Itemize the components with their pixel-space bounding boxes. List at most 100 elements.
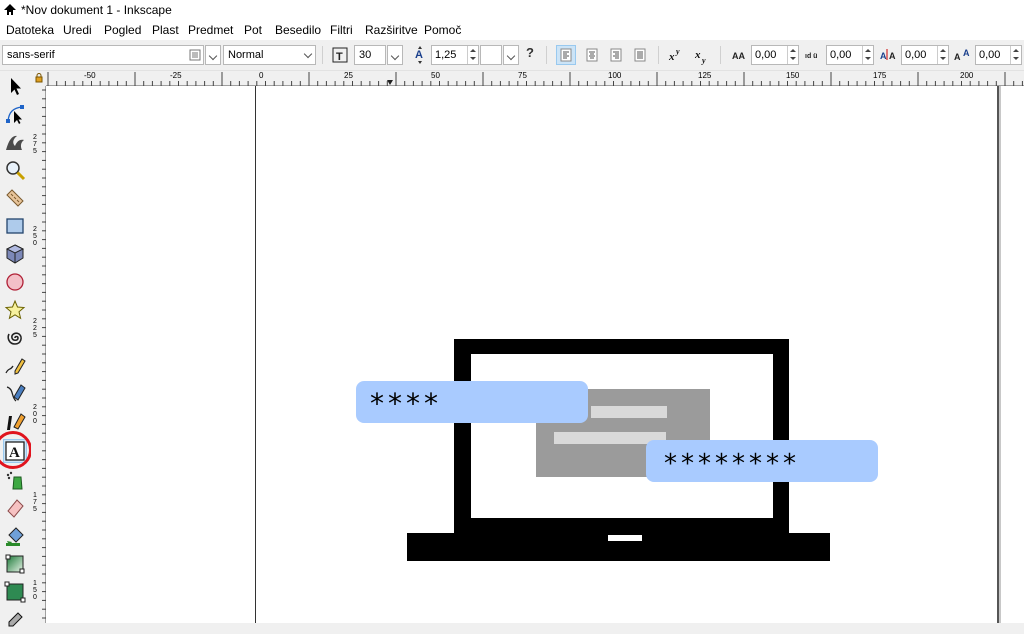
svg-text:AA: AA (732, 51, 745, 61)
zoom-tool-icon[interactable] (4, 159, 26, 181)
ruler-label: 150 (33, 580, 37, 601)
letter-spacing-icon: AA (730, 45, 750, 65)
drawing-canvas[interactable]: **** ******** (46, 86, 1024, 623)
align-left-button[interactable] (556, 45, 576, 65)
svg-text:A: A (880, 51, 887, 61)
word-spacing-value: 0,00 (830, 49, 852, 61)
align-justify-button[interactable] (630, 45, 650, 65)
spin-arrows-icon[interactable] (787, 46, 798, 64)
laptop-illustration[interactable] (46, 86, 1024, 623)
line-spacing-spin[interactable]: 1,25 (431, 45, 479, 65)
ruler-label: 175 (873, 71, 887, 80)
spin-arrows-icon[interactable] (1010, 46, 1021, 64)
tool-palette: A (0, 71, 32, 627)
subscript-icon[interactable]: xy (692, 45, 712, 65)
menu-layer[interactable]: Plast (152, 23, 179, 37)
menu-edit[interactable]: Uredi (63, 23, 92, 37)
font-list-icon[interactable] (189, 49, 201, 61)
svg-text:y: y (675, 47, 680, 56)
ruler-label: 0 (259, 71, 264, 80)
ruler-position-marker (387, 80, 393, 85)
measure-tool-icon[interactable] (4, 187, 26, 209)
vertical-ruler[interactable]: 275 250 225 200 175 150 (31, 86, 46, 623)
separator (658, 46, 659, 64)
dropper-tool-icon[interactable] (4, 609, 26, 631)
menu-view[interactable]: Pogled (104, 23, 141, 37)
svg-text:A: A (963, 48, 970, 58)
ruler-label: 50 (431, 71, 440, 80)
letter-spacing-spin[interactable]: 0,00 (751, 45, 799, 65)
svg-text:T: T (336, 51, 343, 63)
pen-tool-icon[interactable] (4, 383, 26, 405)
font-family-combo[interactable]: sans-serif (2, 45, 204, 65)
ellipse-tool-icon[interactable] (4, 271, 26, 293)
line-spacing-value: 1,25 (435, 49, 457, 61)
menu-filters[interactable]: Filtri (330, 23, 353, 37)
selector-tool-icon[interactable] (4, 75, 26, 97)
separator (546, 46, 547, 64)
ruler-label: -50 (84, 71, 96, 80)
ruler-label: 100 (608, 71, 622, 80)
help-icon[interactable]: ? (526, 45, 534, 60)
menu-path[interactable]: Pot (244, 23, 262, 37)
menu-object[interactable]: Predmet (188, 23, 233, 37)
menu-extensions[interactable]: Razširitve (365, 23, 418, 37)
ruler-label: 25 (344, 71, 353, 80)
paint-bucket-tool-icon[interactable] (4, 525, 26, 547)
align-center-button[interactable] (582, 45, 602, 65)
ruler-label: 175 (33, 492, 37, 513)
separator (720, 46, 721, 64)
ruler-label: 275 (33, 134, 37, 155)
long-password-field[interactable]: ******** (646, 440, 878, 482)
ruler-label: 250 (33, 226, 37, 247)
word-spacing-spin[interactable]: 0,00 (826, 45, 874, 65)
line-spacing-unit-dropdown[interactable] (503, 45, 519, 65)
ruler-label: 125 (698, 71, 712, 80)
pencil-tool-icon[interactable] (4, 355, 26, 377)
calligraphy-tool-icon[interactable] (4, 411, 26, 433)
font-size-dropdown[interactable] (387, 45, 403, 65)
menu-help[interactable]: Pomoč (424, 23, 461, 37)
horizontal-kerning-spin[interactable]: 0,00 (901, 45, 949, 65)
title-bar: *Nov dokument 1 - Inkscape (0, 0, 1024, 20)
font-style-value: Normal (228, 49, 264, 61)
horizontal-kerning-icon: AA (879, 45, 899, 65)
short-password-field[interactable]: **** (356, 381, 588, 423)
horizontal-ruler[interactable]: -50 -25 0 25 50 75 100 125 150 175 200 (46, 71, 1024, 86)
gradient-tool-icon[interactable] (4, 553, 26, 575)
window-title: *Nov dokument 1 - Inkscape (21, 3, 172, 17)
3d-box-tool-icon[interactable] (4, 243, 26, 265)
svg-text:A: A (415, 49, 423, 61)
star-tool-icon[interactable] (4, 299, 26, 321)
font-size-units-icon[interactable]: T (330, 45, 350, 65)
inkscape-logo-icon (3, 3, 17, 17)
spiral-tool-icon[interactable] (4, 327, 26, 349)
spin-arrows-icon[interactable] (467, 46, 478, 64)
ruler-ticks (42, 89, 46, 619)
eraser-tool-icon[interactable] (4, 497, 26, 519)
vertical-shift-spin[interactable]: 0,00 (975, 45, 1022, 65)
menu-file[interactable]: Datoteka (6, 23, 54, 37)
line-spacing-unit-combo[interactable] (480, 45, 502, 65)
menu-text[interactable]: Besedilo (275, 23, 321, 37)
spin-arrows-icon[interactable] (937, 46, 948, 64)
chevron-down-icon (303, 49, 313, 59)
svg-text:ıd ü: ıd ü (805, 53, 817, 60)
lock-icon[interactable] (35, 73, 43, 86)
font-family-dropdown[interactable] (205, 45, 221, 65)
spray-tool-icon[interactable] (4, 469, 26, 491)
separator (322, 46, 323, 64)
font-size-combo[interactable]: 30 (354, 45, 386, 65)
spin-arrows-icon[interactable] (862, 46, 873, 64)
svg-text:A: A (954, 52, 961, 62)
ruler-label: -25 (170, 71, 182, 80)
mesh-tool-icon[interactable] (4, 581, 26, 603)
tweak-tool-icon[interactable] (4, 131, 26, 153)
laptop-bezel-bottom (454, 518, 789, 533)
horizontal-kerning-value: 0,00 (905, 49, 927, 61)
font-style-combo[interactable]: Normal (223, 45, 316, 65)
superscript-icon[interactable]: xy (666, 45, 686, 65)
node-tool-icon[interactable] (4, 103, 26, 125)
rectangle-tool-icon[interactable] (4, 215, 26, 237)
align-right-button[interactable] (606, 45, 626, 65)
